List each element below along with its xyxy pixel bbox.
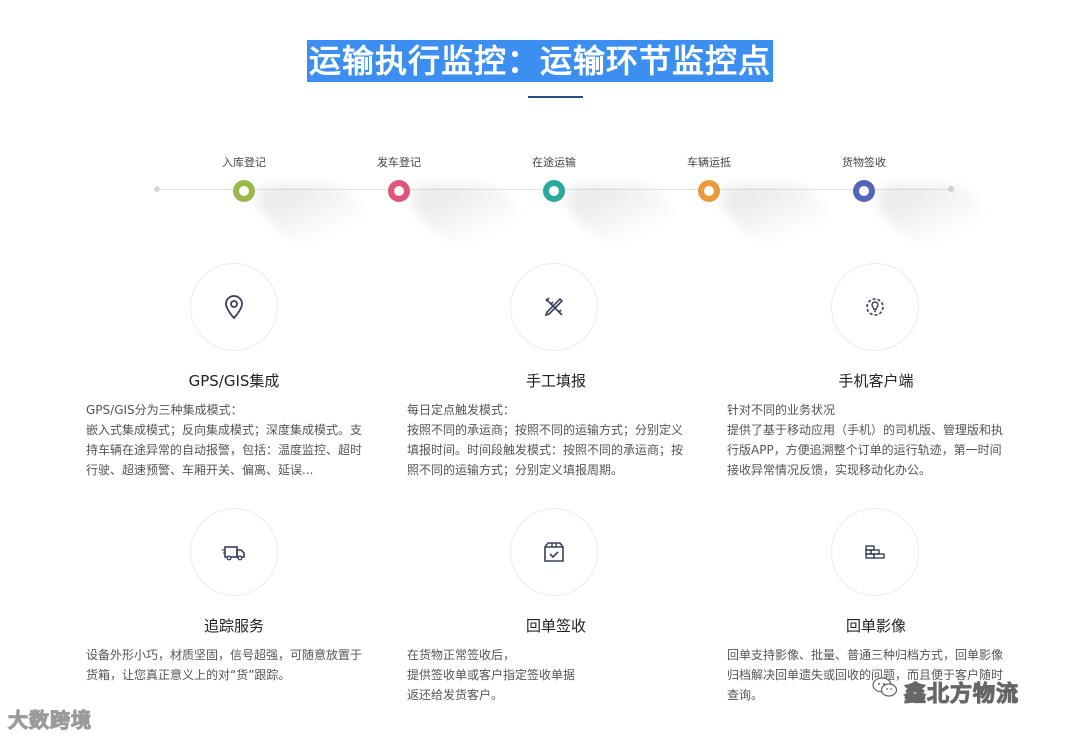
feature-line: 接收异常情况反馈，实现移动化办公。: [727, 463, 932, 477]
feature-title: 手机客户端: [838, 372, 914, 390]
page-title-wrap: 运输执行监控：运输环节监控点: [0, 40, 1080, 82]
feature-line: 每日定点触发模式：: [407, 403, 516, 417]
timeline-step-label: 发车登记: [377, 156, 421, 169]
step-shadow: [864, 186, 1007, 246]
feature-line: 针对不同的业务状况: [727, 403, 836, 417]
feature-line: 提供签收单或客户指定签收单据: [407, 668, 576, 682]
watermark-left: 大数跨境: [8, 708, 92, 733]
timeline-step-label: 入库登记: [222, 156, 266, 169]
feature-description: 设备外形小巧，材质坚固，信号超强，可随意放置于 货箱，让您真正意义上的对“货”跟…: [86, 645, 386, 685]
feature-line: 行版APP，方便追溯整个订单的运行轨迹，第一时间: [727, 443, 1002, 457]
feature-description: 每日定点触发模式： 按照不同的承运商；按照不同的运输方式；分别定义 填报时间。时…: [407, 400, 707, 480]
feature-line: 回单支持影像、批量、普通三种归档方式，回单影像: [727, 648, 1004, 662]
feature-line: 持车辆在途异常的自动报警，包括：温度监控、超时: [86, 443, 363, 457]
title-underline: [528, 96, 583, 98]
feature-line: GPS/GIS分为三种集成模式：: [86, 403, 243, 417]
timeline-step-arrival: 车辆运抵: [649, 156, 852, 246]
timeline-step-inbound: 入库登记: [184, 156, 387, 246]
feature-title: 回单影像: [845, 617, 906, 635]
feature-description: 针对不同的业务状况 提供了基于移动应用（手机）的司机版、管理版和执 行版APP，…: [727, 400, 1027, 480]
feature-line: 照不同的运输方式；分别定义填报周期。: [407, 463, 624, 477]
timeline-step-label: 货物签收: [842, 156, 886, 169]
feature-line: 按照不同的承运商；按照不同的运输方式；分别定义: [407, 423, 684, 437]
location-pin-icon: [190, 263, 278, 351]
watermark-right: 鑫北方物流: [903, 682, 1020, 708]
timeline-step-dispatch: 发车登记: [339, 156, 542, 246]
timeline-step-dot: [388, 180, 410, 202]
step-shadow: [709, 186, 852, 246]
feature-line: 返还给发货客户。: [407, 688, 504, 702]
package-check-icon: [510, 508, 598, 596]
page-title: 运输执行监控：运输环节监控点: [306, 40, 773, 82]
feature-line: 货箱，让您真正意义上的对“货”跟踪。: [86, 668, 291, 682]
archive-bricks-icon: [831, 508, 919, 596]
feature-title: 手工填报: [525, 372, 586, 390]
timeline-step-label: 在途运输: [532, 156, 576, 169]
step-shadow: [399, 186, 542, 246]
timeline-step-dot: [233, 180, 255, 202]
timeline-start-dot: [154, 186, 160, 192]
delivery-truck-icon: [190, 508, 278, 596]
timeline-step-dot: [543, 180, 565, 202]
feature-line: 行驶、超速预警、车厢开关、偏离、延误...: [86, 463, 314, 477]
feature-title: 追踪服务: [203, 617, 264, 635]
step-shadow: [244, 186, 387, 246]
feature-description: 在货物正常签收后， 提供签收单或客户指定签收单据 返还给发货客户。: [407, 645, 707, 705]
feature-title: GPS/GIS集成: [188, 372, 280, 390]
feature-line: 设备外形小巧，材质坚固，信号超强，可随意放置于: [86, 648, 363, 662]
feature-line: 在货物正常签收后，: [407, 648, 516, 662]
timeline-step-dot: [698, 180, 720, 202]
pencil-ruler-icon: [510, 263, 598, 351]
step-shadow: [554, 186, 697, 246]
timeline-step-signoff: 货物签收: [804, 156, 1007, 246]
wechat-icon: [872, 677, 898, 697]
timeline-step-dot: [853, 180, 875, 202]
feature-title: 回单签收: [525, 617, 586, 635]
gear-bulb-icon: [831, 263, 919, 351]
feature-line: 提供了基于移动应用（手机）的司机版、管理版和执: [727, 423, 1004, 437]
timeline-step-in-transit: 在途运输: [494, 156, 697, 246]
timeline-step-label: 车辆运抵: [687, 156, 731, 169]
feature-description: GPS/GIS分为三种集成模式： 嵌入式集成模式；反向集成模式；深度集成模式。支…: [86, 400, 386, 480]
feature-line: 嵌入式集成模式；反向集成模式；深度集成模式。支: [86, 423, 363, 437]
feature-line: 填报时间。时间段触发模式：按照不同的承运商；按: [407, 443, 684, 457]
